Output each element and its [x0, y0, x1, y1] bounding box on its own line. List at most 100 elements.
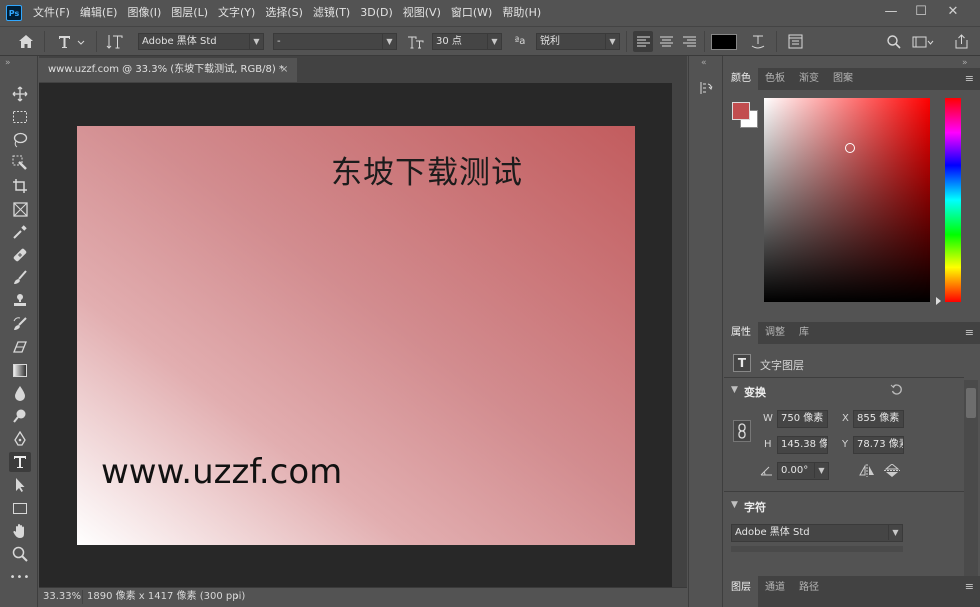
zoom-level[interactable]: 33.33%: [43, 588, 81, 606]
flip-horizontal-icon[interactable]: [859, 464, 875, 480]
frame-icon[interactable]: [9, 199, 31, 219]
warp-text-icon[interactable]: [747, 31, 769, 52]
tab-color[interactable]: 颜色: [724, 68, 758, 90]
tab-properties[interactable]: 属性: [724, 322, 758, 344]
home-icon[interactable]: [14, 31, 38, 52]
character-font-select[interactable]: Adobe 黑体 Std ▼: [731, 524, 903, 542]
tab-libraries[interactable]: 库: [792, 322, 816, 344]
share-icon[interactable]: [950, 31, 972, 52]
tab-swatches[interactable]: 色板: [758, 68, 792, 90]
reset-transform-icon[interactable]: [890, 383, 903, 399]
text-color-swatch[interactable]: [711, 34, 737, 50]
canvas-text-layer-url[interactable]: www.uzzf.com: [101, 452, 342, 492]
menu-3d[interactable]: 3D(D): [355, 0, 398, 26]
chevron-down-icon: ▼: [249, 34, 263, 49]
path-selection-icon[interactable]: [9, 475, 31, 495]
menu-select[interactable]: 选择(S): [260, 0, 308, 26]
collapse-arrows-icon[interactable]: «: [701, 58, 707, 68]
rectangle-shape-icon[interactable]: [9, 498, 31, 518]
align-center-icon[interactable]: [656, 31, 676, 52]
crop-icon[interactable]: [9, 176, 31, 196]
history-brush-icon[interactable]: [9, 314, 31, 334]
properties-panel-tabs: 属性 调整 库 ≡: [724, 322, 980, 344]
width-field[interactable]: 750 像素: [777, 410, 828, 428]
menu-layer[interactable]: 图层(L): [166, 0, 213, 26]
align-right-icon[interactable]: [679, 31, 699, 52]
pen-icon[interactable]: [9, 429, 31, 449]
search-icon[interactable]: [884, 31, 904, 52]
properties-scrollbar[interactable]: [964, 380, 978, 576]
zoom-icon[interactable]: [9, 544, 31, 564]
menu-type[interactable]: 文字(Y): [213, 0, 260, 26]
quick-selection-icon[interactable]: [9, 153, 31, 173]
foreground-color-swatch[interactable]: [732, 102, 750, 120]
tab-layers[interactable]: 图层: [724, 576, 758, 607]
minimize-button[interactable]: —: [876, 0, 906, 22]
status-menu-arrow-icon[interactable]: ›: [235, 588, 239, 606]
panel-menu-icon[interactable]: ≡: [965, 72, 974, 85]
more-tools-icon[interactable]: •••: [9, 567, 31, 587]
lasso-icon[interactable]: [9, 130, 31, 150]
eraser-icon[interactable]: [9, 337, 31, 357]
hue-slider[interactable]: [945, 98, 961, 302]
tab-gradients[interactable]: 渐变: [792, 68, 826, 90]
text-color-fill: [712, 35, 736, 49]
clone-stamp-icon[interactable]: [9, 291, 31, 311]
status-bar: 33.33% 1890 像素 x 1417 像素 (300 ppi) ›: [39, 587, 687, 607]
document-tab[interactable]: www.uzzf.com @ 33.3% (东坡下载测试, RGB/8) * ×: [39, 58, 297, 82]
menu-help[interactable]: 帮助(H): [497, 0, 546, 26]
workspace-icon[interactable]: [910, 31, 936, 52]
blur-icon[interactable]: [9, 383, 31, 403]
dodge-icon[interactable]: [9, 406, 31, 426]
hue-slider-marker[interactable]: [936, 297, 941, 305]
character-panel-icon[interactable]: [784, 31, 806, 52]
menu-image[interactable]: 图像(I): [122, 0, 166, 26]
text-tool-preset-icon[interactable]: [54, 31, 90, 52]
menu-filter[interactable]: 滤镜(T): [308, 0, 355, 26]
font-style-select[interactable]: - ▼: [273, 33, 397, 50]
antialias-icon: ªa: [514, 36, 526, 47]
font-size-select[interactable]: 30 点 ▼: [432, 33, 502, 50]
menu-window[interactable]: 窗口(W): [446, 0, 497, 26]
tab-patterns[interactable]: 图案: [826, 68, 860, 90]
maximize-button[interactable]: ☐: [906, 0, 936, 22]
color-picker-marker[interactable]: [845, 143, 855, 153]
collapse-arrows-icon[interactable]: »: [962, 58, 968, 68]
menu-view[interactable]: 视图(V): [398, 0, 446, 26]
link-dimensions-icon[interactable]: [733, 420, 751, 442]
brush-icon[interactable]: [9, 268, 31, 288]
y-field[interactable]: 78.73 像素: [853, 436, 904, 454]
tab-close-icon[interactable]: ×: [280, 58, 288, 82]
align-left-icon[interactable]: [633, 31, 653, 52]
history-panel-icon[interactable]: [698, 80, 714, 99]
color-picker-field[interactable]: [764, 98, 930, 302]
panel-menu-icon[interactable]: ≡: [965, 580, 974, 593]
chevron-down-icon: ▼: [888, 525, 902, 540]
rectangle-marquee-icon[interactable]: [9, 107, 31, 127]
close-window-button[interactable]: ✕: [938, 0, 968, 22]
flip-vertical-icon[interactable]: [884, 463, 900, 480]
chevron-down-icon[interactable]: ▼: [731, 385, 738, 395]
type-tool-icon[interactable]: [9, 452, 31, 472]
healing-brush-icon[interactable]: [9, 245, 31, 265]
tab-adjustments[interactable]: 调整: [758, 322, 792, 344]
text-orientation-icon[interactable]: [104, 31, 126, 52]
height-field[interactable]: 145.38 像素: [777, 436, 828, 454]
font-family-select[interactable]: Adobe 黑体 Std ▼: [138, 33, 264, 50]
canvas-text-layer-title[interactable]: 东坡下载测试: [331, 147, 523, 192]
move-tool-icon[interactable]: [9, 84, 31, 104]
angle-field[interactable]: 0.00° ▼: [777, 462, 829, 480]
vertical-scrollbar[interactable]: [672, 83, 687, 587]
eyedropper-icon[interactable]: [9, 222, 31, 242]
gradient-icon[interactable]: [9, 360, 31, 380]
tab-channels[interactable]: 通道: [758, 576, 792, 607]
collapse-arrows-icon[interactable]: »: [5, 58, 11, 68]
menu-file[interactable]: 文件(F): [28, 0, 75, 26]
panel-menu-icon[interactable]: ≡: [965, 326, 974, 339]
menu-edit[interactable]: 编辑(E): [75, 0, 123, 26]
tab-paths[interactable]: 路径: [792, 576, 826, 607]
x-field[interactable]: 855 像素: [853, 410, 904, 428]
antialias-select[interactable]: 锐利 ▼: [536, 33, 620, 50]
chevron-down-icon[interactable]: ▼: [731, 500, 738, 510]
hand-icon[interactable]: [9, 521, 31, 541]
